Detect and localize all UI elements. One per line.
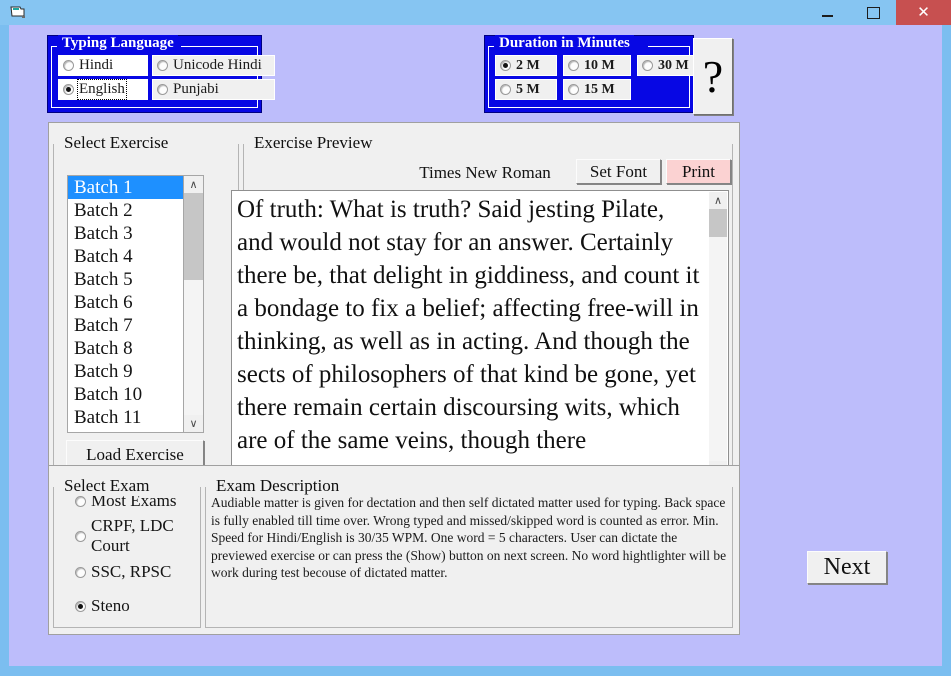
radio-label-punjabi: Punjabi (173, 81, 219, 97)
duration-rule-right (648, 46, 690, 47)
radio-label-5m: 5 M (516, 81, 540, 97)
radio-option-steno[interactable]: Steno (71, 596, 201, 616)
set-font-button[interactable]: Set Font (576, 159, 661, 184)
window-controls: ✕ (804, 0, 951, 25)
preview-scroll-up-icon[interactable]: ∧ (709, 192, 727, 209)
radio-label-unicode-hindi: Unicode Hindi (173, 57, 262, 73)
radio-label-30m: 30 M (658, 57, 689, 73)
radio-indicator-english (63, 84, 74, 95)
radio-option-crpf-ldc-court[interactable]: CRPF, LDC Court (71, 516, 201, 556)
scroll-up-icon[interactable]: ∧ (184, 176, 203, 193)
radio-indicator-most-exams (75, 495, 86, 507)
radio-label-hindi: Hindi (79, 57, 114, 73)
maximize-button[interactable] (850, 0, 896, 25)
radio-label-2m: 2 M (516, 57, 540, 73)
exercise-preview-textarea[interactable]: Of truth: What is truth? Said jesting Pi… (231, 190, 729, 480)
radio-indicator-hindi (63, 60, 74, 71)
scroll-down-icon[interactable]: ∨ (184, 415, 203, 432)
group-rule-left (51, 46, 57, 47)
exercise-preview-text: Of truth: What is truth? Said jesting Pi… (237, 196, 700, 454)
radio-label-15m: 15 M (584, 81, 615, 97)
radio-indicator-2m (500, 60, 511, 71)
radio-indicator-5m (500, 84, 511, 95)
preview-scrollbar-thumb[interactable] (709, 209, 727, 237)
exam-panel: Select Exam Exam Description Most Exams … (48, 465, 740, 635)
select-exercise-title: Select Exercise (61, 133, 172, 153)
radio-indicator-unicode-hindi (157, 60, 168, 71)
duration-rule-left (488, 46, 494, 47)
typing-language-group: Typing Language Hindi Unicode Hindi Engl… (47, 35, 275, 113)
minimize-button[interactable] (804, 0, 850, 25)
exam-description-text: Audiable matter is given for dectation a… (211, 495, 727, 580)
help-button[interactable]: ? (693, 38, 733, 115)
radio-label-crpf-ldc-court: CRPF, LDC Court (91, 516, 174, 555)
group-rule-right (181, 46, 258, 47)
radio-label-english: English (77, 79, 127, 100)
scrollbar-thumb[interactable] (184, 193, 203, 280)
radio-option-english[interactable]: English (58, 79, 148, 100)
duration-group: Duration in Minutes 2 M 10 M 30 M 5 M 15… (484, 35, 705, 113)
radio-option-hindi[interactable]: Hindi (58, 55, 148, 76)
radio-label-steno: Steno (91, 596, 130, 615)
title-bar: ✕ (0, 0, 951, 25)
preview-scrollbar[interactable]: ∧ ∨ (709, 192, 727, 478)
radio-option-15m[interactable]: 15 M (563, 79, 631, 100)
radio-option-2m[interactable]: 2 M (495, 55, 557, 76)
radio-indicator-ssc-rpsc (75, 566, 86, 578)
exercise-listbox-scrollbar[interactable]: ∧ ∨ (183, 175, 204, 433)
radio-option-ssc-rpsc[interactable]: SSC, RPSC (71, 562, 201, 582)
radio-indicator-15m (568, 84, 579, 95)
next-button[interactable]: Next (807, 551, 887, 584)
radio-label-ssc-rpsc: SSC, RPSC (91, 562, 172, 581)
radio-option-10m[interactable]: 10 M (563, 55, 631, 76)
radio-option-punjabi[interactable]: Punjabi (152, 79, 275, 100)
radio-option-5m[interactable]: 5 M (495, 79, 557, 100)
radio-indicator-30m (642, 60, 653, 71)
radio-label-10m: 10 M (584, 57, 615, 73)
close-button[interactable]: ✕ (896, 0, 951, 25)
radio-option-unicode-hindi[interactable]: Unicode Hindi (152, 55, 275, 76)
exam-description-title: Exam Description (213, 476, 343, 496)
form-client-area: Typing Language Hindi Unicode Hindi Engl… (9, 25, 942, 666)
radio-indicator-10m (568, 60, 579, 71)
font-name-label: Times New Roman (419, 163, 551, 182)
question-mark-icon: ? (702, 50, 724, 102)
radio-indicator-steno (75, 600, 86, 612)
radio-indicator-punjabi (157, 84, 168, 95)
radio-indicator-crpf-ldc-court (75, 530, 86, 542)
select-exam-title: Select Exam (61, 476, 153, 496)
window-folder-icon (10, 5, 27, 20)
exercise-preview-title: Exercise Preview (251, 133, 376, 153)
print-button[interactable]: Print (666, 159, 731, 184)
application-window: ✕ Typing Language Hindi Unicode Hindi En… (0, 0, 951, 676)
